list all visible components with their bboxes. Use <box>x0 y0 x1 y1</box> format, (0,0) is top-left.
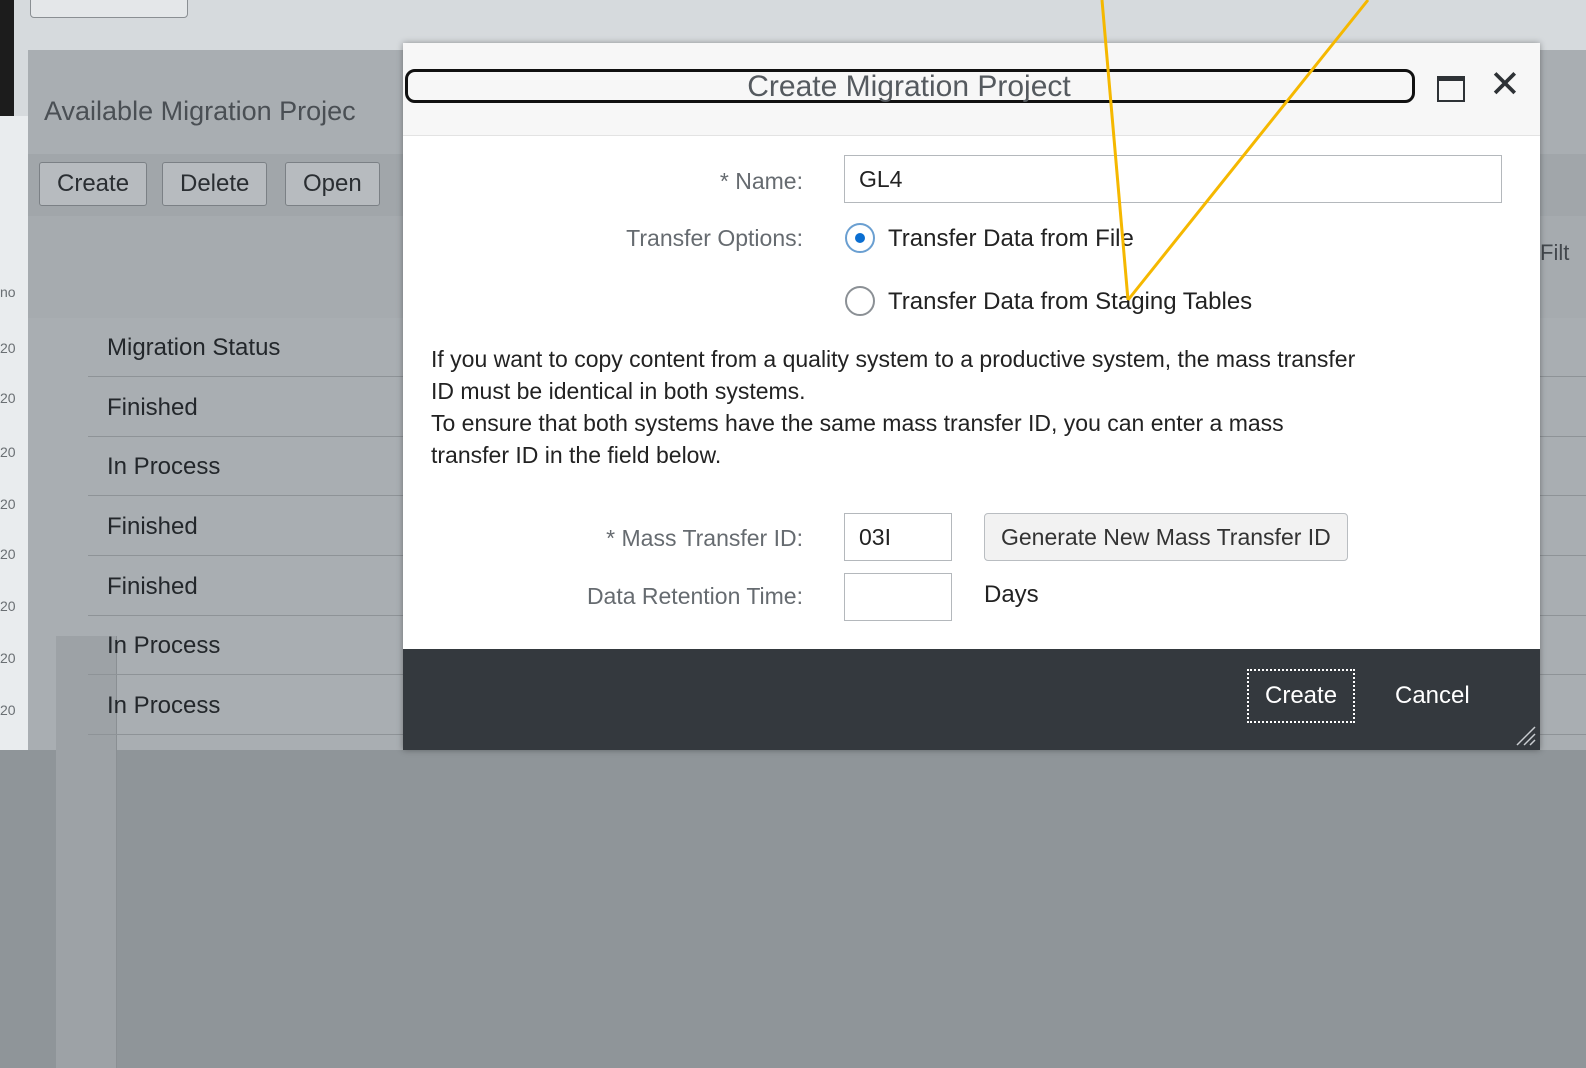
background-filter-text: Filt <box>1540 240 1570 265</box>
mass-transfer-id-label: * Mass Transfer ID: <box>606 525 803 551</box>
maximize-icon[interactable] <box>1437 76 1465 102</box>
mass-transfer-id-field[interactable] <box>844 513 952 561</box>
left-col-item: 20 <box>0 650 16 666</box>
name-field[interactable] <box>844 155 1502 203</box>
mass-transfer-info-text: If you want to copy content from a quali… <box>431 343 1521 471</box>
radio-transfer-from-file[interactable] <box>845 223 875 253</box>
column-header-migration-status: Migration Status <box>107 334 281 361</box>
migration-status-cell: Finished <box>107 513 198 540</box>
info-line: transfer ID in the field below. <box>431 442 722 468</box>
left-col-item: 20 <box>0 390 16 406</box>
info-line: ID must be identical in both systems. <box>431 378 806 404</box>
left-col-item: 20 <box>0 702 16 718</box>
background-open-button: Open <box>285 162 380 206</box>
background-create-button: Create <box>39 162 148 206</box>
migration-status-cell: In Process <box>107 632 221 659</box>
background-panel-title: Available Migration Projec <box>44 96 356 126</box>
dialog-title: Create Migration Project <box>747 70 1071 103</box>
generate-mass-transfer-id-button[interactable]: Generate New Mass Transfer ID <box>984 513 1348 561</box>
migration-status-cell: In Process <box>107 453 221 480</box>
dialog-footer: Create Cancel <box>403 649 1540 750</box>
create-migration-project-dialog: Create Migration Project ✕ * Name: Trans… <box>403 43 1540 750</box>
left-col-item: 20 <box>0 546 16 562</box>
info-line: To ensure that both systems have the sam… <box>431 410 1284 436</box>
dialog-header: Create Migration Project ✕ <box>403 43 1540 136</box>
resize-grip-icon[interactable] <box>1514 724 1536 746</box>
background-delete-button: Delete <box>162 162 268 206</box>
data-retention-field[interactable] <box>844 573 952 621</box>
background-left-edge <box>0 0 14 116</box>
data-retention-label: Data Retention Time: <box>586 583 803 609</box>
info-line: If you want to copy content from a quali… <box>431 346 1356 372</box>
name-label: * Name: <box>719 168 803 194</box>
days-label: Days <box>984 581 1039 608</box>
option-file-label[interactable]: Transfer Data from File <box>888 225 1134 253</box>
migration-status-cell: Finished <box>107 394 198 421</box>
background-left-column: no 20 20 20 20 20 20 20 20 <box>0 116 28 750</box>
left-col-item: 20 <box>0 340 16 356</box>
left-col-item: 20 <box>0 444 16 460</box>
cancel-button[interactable]: Cancel <box>1395 671 1470 721</box>
left-col-item: no <box>0 284 16 300</box>
background-back-button <box>30 0 188 18</box>
left-col-item: 20 <box>0 496 16 512</box>
create-button[interactable]: Create <box>1247 669 1356 723</box>
left-col-item: 20 <box>0 598 16 614</box>
radio-transfer-from-staging[interactable] <box>845 286 875 316</box>
transfer-options-label: Transfer Options: <box>626 225 803 251</box>
close-icon[interactable]: ✕ <box>1489 65 1521 105</box>
migration-status-cell: In Process <box>107 692 221 719</box>
migration-status-cell: Finished <box>107 573 198 600</box>
option-staging-label[interactable]: Transfer Data from Staging Tables <box>888 288 1252 316</box>
